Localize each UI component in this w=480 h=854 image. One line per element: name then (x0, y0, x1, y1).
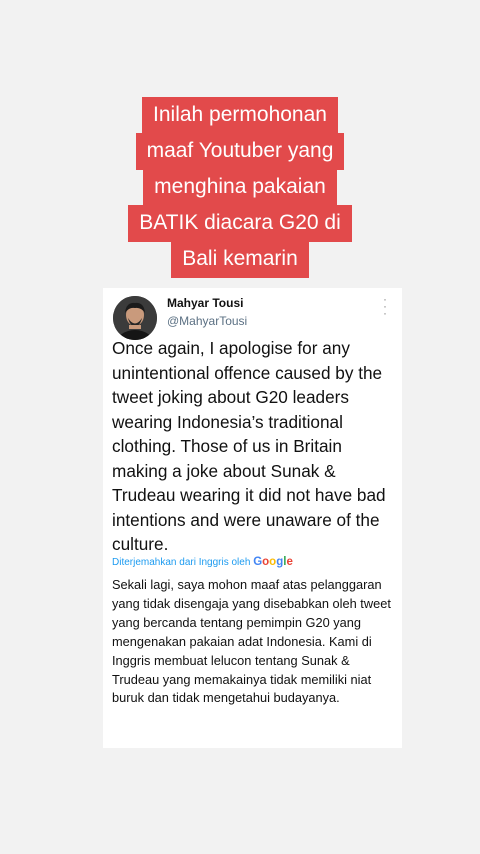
author-name[interactable]: Mahyar Tousi (167, 296, 243, 310)
caption-line: maaf Youtuber yang (135, 133, 345, 170)
caption-line: menghina pakaian (143, 169, 337, 206)
caption-line: Inilah permohonan (142, 97, 338, 134)
caption-line: BATIK diacara G20 di (128, 205, 352, 242)
more-vertical-icon[interactable]: · · · (382, 293, 388, 319)
avatar-image (113, 296, 157, 340)
tweet-card: Mahyar Tousi @MahyarTousi · · · Once again… (103, 288, 402, 748)
google-logo: Google (253, 556, 293, 568)
caption-banner: Inilah permohonan maaf Youtuber yang men… (0, 97, 480, 278)
translation-attribution[interactable]: Diterjemahkan dari Inggris oleh Google (112, 556, 293, 568)
caption-line: Bali kemarin (171, 241, 309, 278)
tweet-text: Once again, I apologise for any unintent… (112, 338, 386, 554)
author-handle[interactable]: @MahyarTousi (167, 314, 247, 328)
translation-attribution-label: Diterjemahkan dari Inggris oleh (112, 557, 251, 568)
translated-text: Sekali lagi, saya mohon maaf atas pelang… (112, 577, 391, 706)
avatar[interactable] (113, 296, 157, 340)
